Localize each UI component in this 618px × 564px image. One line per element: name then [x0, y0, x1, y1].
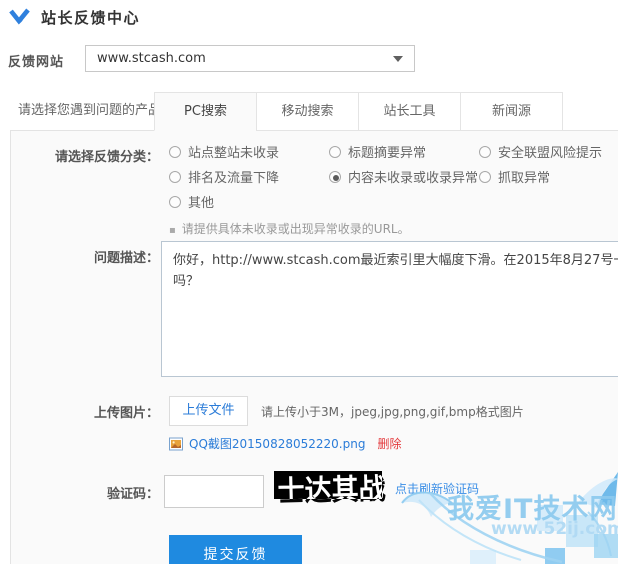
delete-file-link[interactable]: 删除: [377, 435, 401, 452]
upload-hint: 请上传小于3M，jpeg,jpg,png,gif,bmp格式图片: [261, 403, 524, 420]
radio-crawl-abnormal[interactable]: 抓取异常: [479, 167, 618, 186]
radio-icon: [329, 146, 341, 158]
radio-icon: [479, 146, 491, 158]
refresh-captcha-link[interactable]: 点击刷新验证码: [395, 480, 479, 497]
uploaded-file-row: QQ截图20150828052220.png 删除: [169, 435, 401, 452]
tab-news-source[interactable]: 新闻源: [460, 92, 563, 131]
radio-icon: [169, 196, 181, 208]
radio-security-risk[interactable]: 安全联盟风险提示: [479, 142, 618, 161]
uploaded-file-name[interactable]: QQ截图20150828052220.png: [189, 435, 365, 452]
chevron-down-icon: [393, 56, 403, 62]
page-header: 站长反馈中心: [8, 6, 140, 28]
captcha-input[interactable]: [164, 475, 264, 508]
site-select-value: www.stcash.com: [97, 51, 206, 66]
upload-label: 上传图片：: [11, 402, 159, 421]
category-label: 请选择反馈分类：: [11, 146, 159, 165]
captcha-label: 验证码：: [11, 483, 159, 502]
product-tabs: PC搜索 移动搜索 站长工具 新闻源: [155, 92, 563, 131]
image-file-icon: [169, 437, 183, 451]
category-options: 站点整站未收录 标题摘要异常 安全联盟风险提示 排名及流量下降 内容未收录或收录…: [169, 139, 618, 214]
description-textarea[interactable]: 你好，http://www.stcash.com最近索引里大幅度下滑。在2015…: [161, 241, 618, 377]
radio-icon: [169, 146, 181, 158]
radio-ranking-drop[interactable]: 排名及流量下降: [169, 167, 329, 186]
form-panel: 请选择反馈分类： 站点整站未收录 标题摘要异常 安全联盟风险提示 排名及流量下降…: [10, 130, 618, 564]
radio-content-not-indexed[interactable]: 内容未收录或收录异常: [329, 167, 479, 186]
tab-pc-search[interactable]: PC搜索: [154, 92, 257, 131]
radio-site-not-indexed[interactable]: 站点整站未收录: [169, 142, 329, 161]
description-label: 问题描述：: [11, 247, 159, 266]
submit-feedback-button[interactable]: 提交反馈: [169, 535, 302, 564]
captcha-text: 士达其战: [277, 465, 388, 510]
upload-file-button[interactable]: 上传文件: [169, 396, 248, 426]
site-label: 反馈网站: [8, 51, 64, 70]
page-title: 站长反馈中心: [41, 7, 140, 28]
radio-icon: [479, 171, 491, 183]
radio-icon: [329, 171, 341, 183]
tab-mobile-search[interactable]: 移动搜索: [256, 92, 359, 131]
radio-title-abnormal[interactable]: 标题摘要异常: [329, 142, 479, 161]
url-note: 请提供具体未收录或出现异常收录的URL。: [169, 220, 410, 237]
site-select[interactable]: www.stcash.com: [85, 45, 415, 72]
brand-v-icon: [8, 8, 32, 26]
radio-icon: [169, 171, 181, 183]
radio-other[interactable]: 其他: [169, 192, 329, 211]
product-label: 请选择您遇到问题的产品：: [18, 92, 174, 130]
tab-webmaster-tools[interactable]: 站长工具: [358, 92, 461, 131]
feedback-page: 站长反馈中心 反馈网站 www.stcash.com 请选择您遇到问题的产品： …: [0, 0, 618, 564]
